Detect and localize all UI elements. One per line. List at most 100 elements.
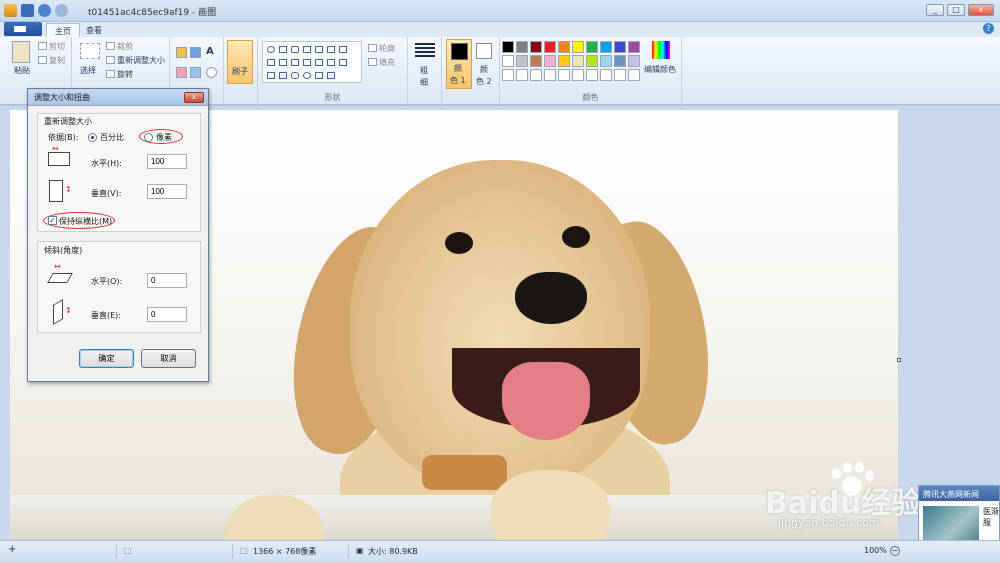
percent-radio[interactable]: [88, 133, 97, 142]
right-triangle-shape-icon[interactable]: [327, 46, 335, 53]
color-swatch[interactable]: [502, 41, 514, 53]
custom-color-swatch[interactable]: [530, 69, 542, 81]
color-swatch[interactable]: [502, 55, 514, 67]
skew-v-input[interactable]: [147, 307, 187, 322]
color-swatch[interactable]: [544, 41, 556, 53]
vertical-input[interactable]: [147, 184, 187, 199]
zoom-out-button[interactable]: −: [890, 546, 900, 556]
redo-icon[interactable]: [55, 4, 68, 17]
percent-label[interactable]: 百分比: [100, 132, 124, 143]
pencil-icon[interactable]: [176, 47, 187, 58]
heart-shape-icon[interactable]: [315, 72, 323, 79]
color-swatch[interactable]: [628, 55, 640, 67]
pentagon-shape-icon[interactable]: [267, 59, 275, 66]
color-swatch[interactable]: [586, 55, 598, 67]
keep-ratio-checkbox[interactable]: ✓: [48, 216, 57, 225]
color-swatch[interactable]: [558, 41, 570, 53]
maximize-button[interactable]: □: [947, 4, 965, 16]
minimize-button[interactable]: _: [926, 4, 944, 16]
edit-colors-icon[interactable]: [652, 41, 670, 59]
arrow-up-shape-icon[interactable]: [315, 59, 323, 66]
custom-color-swatch[interactable]: [502, 69, 514, 81]
select-icon[interactable]: [80, 43, 100, 59]
diamond-shape-icon[interactable]: [339, 46, 347, 53]
color1-button[interactable]: 颜 色 1: [446, 39, 472, 89]
color-swatch[interactable]: [586, 41, 598, 53]
star-shape-icon[interactable]: [339, 59, 347, 66]
paint-menu-button[interactable]: [4, 22, 42, 36]
custom-color-swatch[interactable]: [628, 69, 640, 81]
paste-button[interactable]: 粘贴: [14, 65, 30, 76]
pixels-label[interactable]: 像素: [156, 132, 172, 143]
brushes-button[interactable]: [227, 40, 253, 84]
rotate-button[interactable]: 旋转: [106, 69, 133, 80]
lightning-shape-icon[interactable]: [327, 72, 335, 79]
tab-view[interactable]: 查看: [78, 23, 110, 37]
paste-icon[interactable]: [12, 41, 30, 63]
color-swatch[interactable]: [544, 55, 556, 67]
undo-icon[interactable]: [38, 4, 51, 17]
custom-color-swatch[interactable]: [614, 69, 626, 81]
polygon-shape-icon[interactable]: [303, 46, 311, 53]
color-swatch[interactable]: [572, 55, 584, 67]
custom-color-swatch[interactable]: [544, 69, 556, 81]
canvas-resize-handle[interactable]: [897, 358, 901, 362]
color-swatch[interactable]: [516, 41, 528, 53]
color-swatch[interactable]: [530, 41, 542, 53]
star-five-shape-icon[interactable]: [267, 72, 275, 79]
outline-button[interactable]: 轮廓: [368, 43, 395, 54]
shapes-gallery[interactable]: [262, 41, 362, 83]
fill-bucket-icon[interactable]: [190, 47, 201, 58]
horizontal-input[interactable]: [147, 154, 187, 169]
arrow-left-shape-icon[interactable]: [303, 59, 311, 66]
color-swatch[interactable]: [614, 41, 626, 53]
custom-color-swatch[interactable]: [586, 69, 598, 81]
cut-button[interactable]: 剪切: [38, 41, 65, 52]
skew-h-input[interactable]: [147, 273, 187, 288]
rounded-rect-shape-icon[interactable]: [291, 46, 299, 53]
close-button[interactable]: x: [968, 4, 994, 16]
cancel-button[interactable]: 取消: [141, 349, 196, 368]
color-swatch[interactable]: [614, 55, 626, 67]
color-swatch[interactable]: [628, 41, 640, 53]
oval-shape-icon[interactable]: [267, 46, 275, 53]
custom-color-swatch[interactable]: [516, 69, 528, 81]
triangle-shape-icon[interactable]: [315, 46, 323, 53]
save-icon[interactable]: [21, 4, 34, 17]
custom-color-swatch[interactable]: [572, 69, 584, 81]
color-swatch[interactable]: [572, 41, 584, 53]
color2-swatch[interactable]: [476, 43, 492, 59]
eraser-icon[interactable]: [176, 67, 187, 78]
color-swatch[interactable]: [558, 55, 570, 67]
custom-color-swatch[interactable]: [558, 69, 570, 81]
crop-button[interactable]: 裁剪: [106, 41, 133, 52]
star-six-shape-icon[interactable]: [279, 72, 287, 79]
keep-ratio-label[interactable]: 保持纵横比(M): [59, 216, 112, 227]
color-picker-icon[interactable]: [190, 67, 201, 78]
text-tool-icon[interactable]: A: [206, 46, 214, 57]
news-text[interactable]: 医渐服: [983, 506, 999, 528]
tab-home[interactable]: 主页: [46, 23, 80, 37]
color-swatch[interactable]: [600, 55, 612, 67]
select-button[interactable]: 选择: [80, 65, 96, 76]
ok-button[interactable]: 确定: [79, 349, 134, 368]
color-swatch[interactable]: [530, 55, 542, 67]
color-swatch[interactable]: [600, 41, 612, 53]
cloud-shape-icon[interactable]: [303, 72, 311, 79]
hexagon-shape-icon[interactable]: [279, 59, 287, 66]
copy-button[interactable]: 复制: [38, 55, 65, 66]
pixels-radio[interactable]: [144, 133, 153, 142]
edit-colors-button[interactable]: 编辑颜色: [644, 64, 676, 75]
fill-button[interactable]: 填充: [368, 57, 395, 68]
magnifier-icon[interactable]: [206, 67, 217, 78]
resize-button[interactable]: 重新调整大小: [106, 55, 165, 66]
arrow-right-shape-icon[interactable]: [291, 59, 299, 66]
color-swatch[interactable]: [516, 55, 528, 67]
arrow-down-shape-icon[interactable]: [327, 59, 335, 66]
custom-color-swatch[interactable]: [600, 69, 612, 81]
rectangle-shape-icon[interactable]: [279, 46, 287, 53]
line-size-icon[interactable]: [415, 43, 435, 57]
callout-shape-icon[interactable]: [291, 72, 299, 79]
paint-app-icon[interactable]: [4, 4, 17, 17]
help-icon[interactable]: ?: [983, 23, 994, 34]
